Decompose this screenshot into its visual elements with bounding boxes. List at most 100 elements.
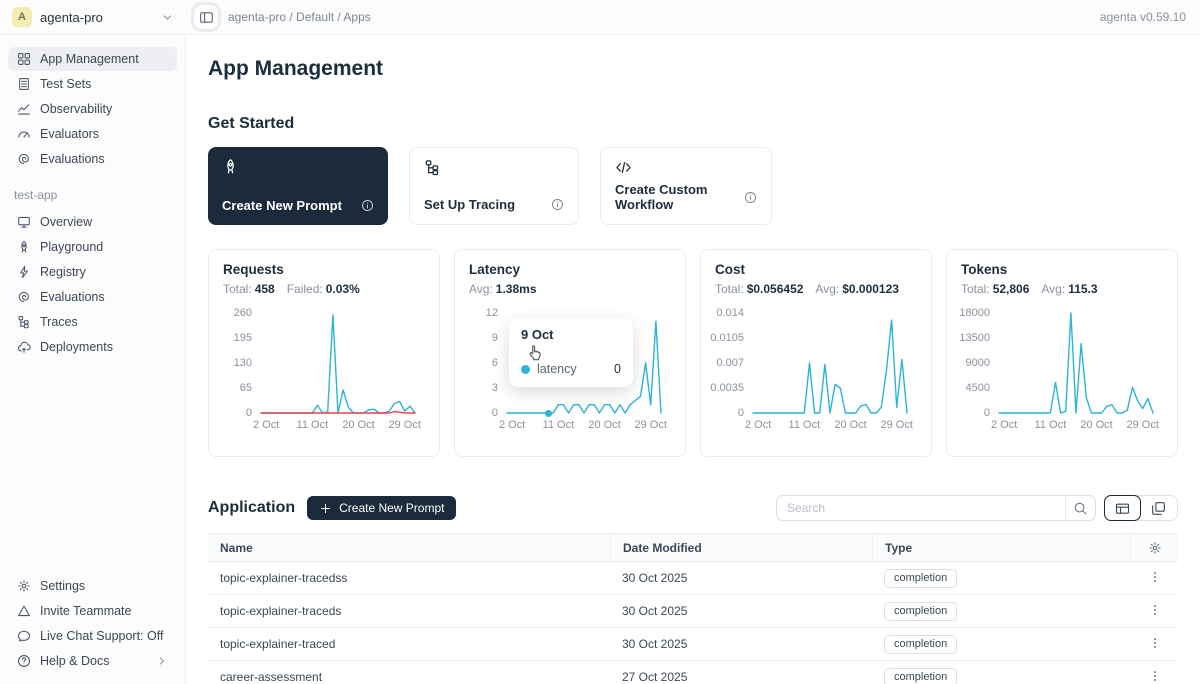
row-menu-button[interactable] bbox=[1136, 603, 1178, 620]
info-icon bbox=[744, 191, 757, 204]
chart-stat: Avg:1.38ms bbox=[469, 282, 537, 296]
sidebar-item-test-sets[interactable]: Test Sets bbox=[8, 72, 177, 96]
chart-card-requests: Requests Total:458Failed:0.03% 26019513065… bbox=[208, 249, 440, 457]
plus-icon bbox=[319, 502, 332, 515]
chart-card-cost: CostTotal:$0.056452Avg:$0.0001230.0140.0… bbox=[700, 249, 932, 457]
create-new-prompt-button[interactable]: Create New Prompt bbox=[307, 496, 456, 520]
sidebar: App Management Test Sets Observability Eval… bbox=[0, 35, 186, 684]
kebab-icon bbox=[1148, 570, 1162, 584]
page-title: App Management bbox=[208, 57, 1178, 81]
sidebar-app-item-deployments[interactable]: Deployments bbox=[8, 335, 177, 359]
sidebar-footer-nav: Settings Invite Teammate Live Chat Support… bbox=[8, 574, 177, 674]
grid-icon bbox=[17, 52, 31, 66]
search-box bbox=[776, 495, 1096, 521]
chart-stats: Avg:1.38ms bbox=[469, 282, 671, 296]
chevron-down-icon bbox=[161, 11, 174, 24]
type-badge: completion bbox=[884, 668, 957, 684]
breadcrumb[interactable]: agenta-pro / Default / Apps bbox=[228, 10, 371, 24]
cell-name: career-assessment bbox=[208, 670, 610, 684]
workspace-selector[interactable]: A agenta-pro bbox=[0, 7, 186, 27]
kebab-icon bbox=[1148, 603, 1162, 617]
search-input[interactable] bbox=[777, 501, 1065, 515]
table-view-button[interactable] bbox=[1104, 495, 1141, 521]
observability-icon bbox=[17, 102, 31, 116]
row-menu-button[interactable] bbox=[1136, 636, 1178, 653]
rocket-icon bbox=[222, 158, 374, 175]
sidebar-app-nav: OverviewPlaygroundRegistryEvaluationsTra… bbox=[8, 210, 177, 360]
y-axis-labels: 129630 bbox=[469, 310, 505, 416]
sidebar-main-nav: App Management Test Sets Observability Eval… bbox=[8, 47, 177, 172]
y-axis-labels: 1800013500900045000 bbox=[961, 310, 997, 416]
get-started-card-create-new-prompt[interactable]: Create New Prompt bbox=[208, 147, 388, 225]
get-started-card-set-up-tracing[interactable]: Set Up Tracing bbox=[409, 147, 579, 225]
sidebar-item-evaluators[interactable]: Evaluators bbox=[8, 122, 177, 146]
chart-stat: Total:$0.056452 bbox=[715, 282, 803, 296]
chart-tooltip: 9 Octlatency0 bbox=[509, 318, 633, 387]
row-menu-button[interactable] bbox=[1136, 570, 1178, 587]
search-icon bbox=[1073, 501, 1088, 516]
gauge-icon bbox=[17, 127, 31, 141]
sidebar-item-label: App Management bbox=[40, 52, 139, 66]
cell-type: completion bbox=[872, 602, 1130, 621]
triangle-icon bbox=[17, 604, 31, 618]
get-started-card-create-custom-workflow[interactable]: Create Custom Workflow bbox=[600, 147, 772, 225]
card-view-button[interactable] bbox=[1140, 496, 1177, 520]
chart-stats: Total:458Failed:0.03% bbox=[223, 282, 425, 296]
sidebar-footer-item-label: Help & Docs bbox=[40, 654, 109, 668]
top-bar: A agenta-pro agenta-pro / Default / Apps… bbox=[0, 0, 1200, 35]
lightning-icon bbox=[17, 265, 31, 279]
column-header-type[interactable]: Type bbox=[872, 534, 1130, 561]
column-settings-button[interactable] bbox=[1130, 534, 1178, 561]
x-axis-labels: 2 Oct11 Oct20 Oct29 Oct bbox=[997, 416, 1155, 432]
chart-stat: Avg:115.3 bbox=[1041, 282, 1097, 296]
get-started-heading: Get Started bbox=[208, 115, 1178, 133]
sidebar-item-app-management[interactable]: App Management bbox=[8, 47, 177, 71]
sidebar-app-item-traces[interactable]: Traces bbox=[8, 310, 177, 334]
sidebar-toggle-button[interactable] bbox=[194, 5, 218, 29]
sidebar-app-item-evaluations[interactable]: Evaluations bbox=[8, 285, 177, 309]
chart-stats: Total:52,806 Avg:115.3 bbox=[961, 282, 1163, 296]
column-header-name[interactable]: Name bbox=[208, 534, 610, 561]
table-row[interactable]: topic-explainer-traceds30 Oct 2025comple… bbox=[208, 595, 1178, 628]
metrics-charts-row: Requests Total:458Failed:0.03% 26019513065… bbox=[208, 249, 1178, 457]
column-header-date-modified[interactable]: Date Modified bbox=[610, 534, 872, 561]
row-menu-button[interactable] bbox=[1136, 669, 1178, 684]
chart-title: Tokens bbox=[961, 262, 1163, 277]
tooltip-series-dot bbox=[521, 365, 530, 374]
table-row[interactable]: career-assessment27 Oct 2025 completion bbox=[208, 661, 1178, 684]
test-sets-icon bbox=[17, 77, 31, 91]
cell-name: topic-explainer-tracedss bbox=[208, 571, 610, 585]
get-started-card-bottom: Create Custom Workflow bbox=[615, 182, 757, 212]
table-row[interactable]: topic-explainer-traced30 Oct 2025complet… bbox=[208, 628, 1178, 661]
table-row[interactable]: topic-explainer-tracedss30 Oct 2025compl… bbox=[208, 562, 1178, 595]
gear-icon bbox=[17, 579, 31, 593]
sidebar-item-observability[interactable]: Observability bbox=[8, 97, 177, 121]
sidebar-footer-item-help-docs[interactable]: Help & Docs bbox=[8, 649, 177, 673]
sidebar-item-label: Observability bbox=[40, 102, 112, 116]
cell-date-modified: 27 Oct 2025 bbox=[610, 670, 872, 684]
view-toggle bbox=[1104, 495, 1178, 521]
y-axis-labels: 260195130650 bbox=[223, 310, 259, 416]
sidebar-item-evaluations[interactable]: Evaluations bbox=[8, 147, 177, 171]
sidebar-footer-item-settings[interactable]: Settings bbox=[8, 574, 177, 598]
cell-type: completion bbox=[872, 569, 1130, 588]
sidebar-app-item-playground[interactable]: Playground bbox=[8, 235, 177, 259]
sidebar-app-item-registry[interactable]: Registry bbox=[8, 260, 177, 284]
chart-card-latency: LatencyAvg:1.38ms1296302 Oct11 Oct20 Oct… bbox=[454, 249, 686, 457]
workspace-name: agenta-pro bbox=[40, 10, 153, 25]
swirl-icon bbox=[17, 290, 31, 304]
sidebar-app-item-overview[interactable]: Overview bbox=[8, 210, 177, 234]
sidebar-item-label: Evaluators bbox=[40, 127, 99, 141]
sidebar-footer-item-label: Invite Teammate bbox=[40, 604, 131, 618]
chart-plot-area: 1800013500900045000 bbox=[961, 310, 1163, 416]
cell-type: completion bbox=[872, 635, 1130, 654]
swirl-icon bbox=[17, 152, 31, 166]
type-badge: completion bbox=[884, 602, 957, 621]
get-started-card-label: Set Up Tracing bbox=[424, 197, 515, 212]
chart-stat: Total:52,806 bbox=[961, 282, 1029, 296]
sidebar-item-label: Evaluations bbox=[40, 152, 105, 166]
chart-title: Requests bbox=[223, 262, 425, 277]
search-button[interactable] bbox=[1065, 496, 1095, 520]
sidebar-footer-item-invite-teammate[interactable]: Invite Teammate bbox=[8, 599, 177, 623]
sidebar-footer-item-live-chat-support-off[interactable]: Live Chat Support: Off bbox=[8, 624, 177, 648]
